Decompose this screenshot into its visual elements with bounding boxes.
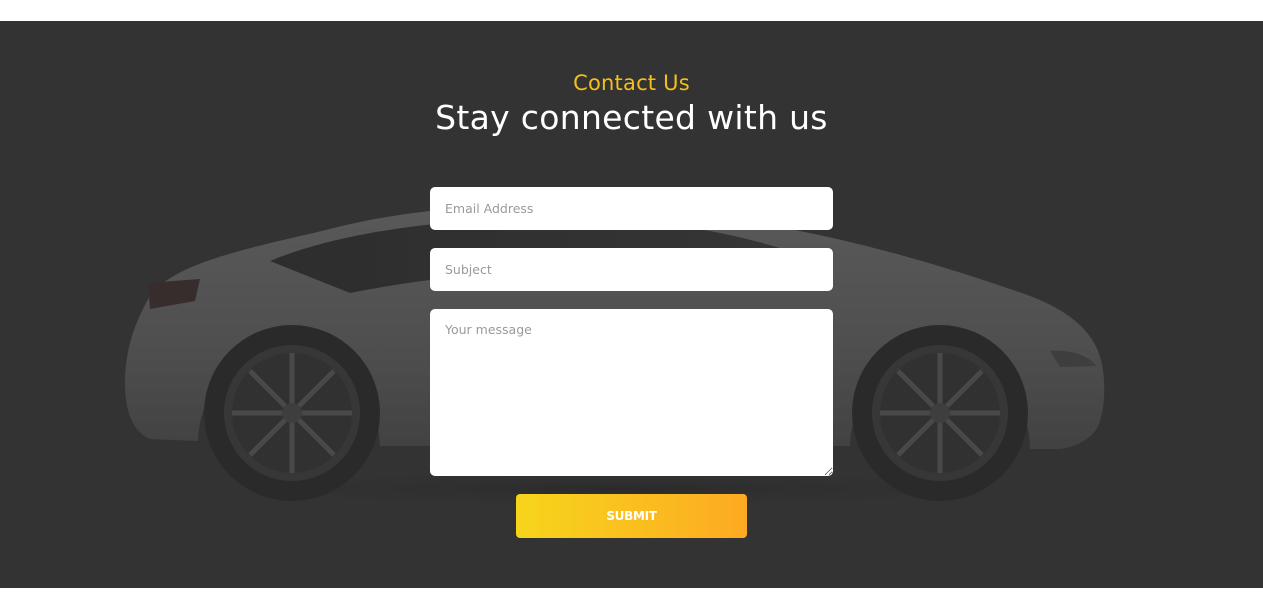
message-field[interactable] xyxy=(430,309,833,476)
email-field[interactable] xyxy=(430,187,833,230)
contact-section: Contact Us Stay connected with us SUBMIT xyxy=(0,21,1263,588)
top-strip xyxy=(0,0,1263,21)
submit-button[interactable]: SUBMIT xyxy=(516,494,747,538)
subject-field[interactable] xyxy=(430,248,833,291)
bottom-strip xyxy=(0,588,1263,606)
section-eyebrow: Contact Us xyxy=(573,71,690,95)
section-heading: Stay connected with us xyxy=(435,98,828,137)
